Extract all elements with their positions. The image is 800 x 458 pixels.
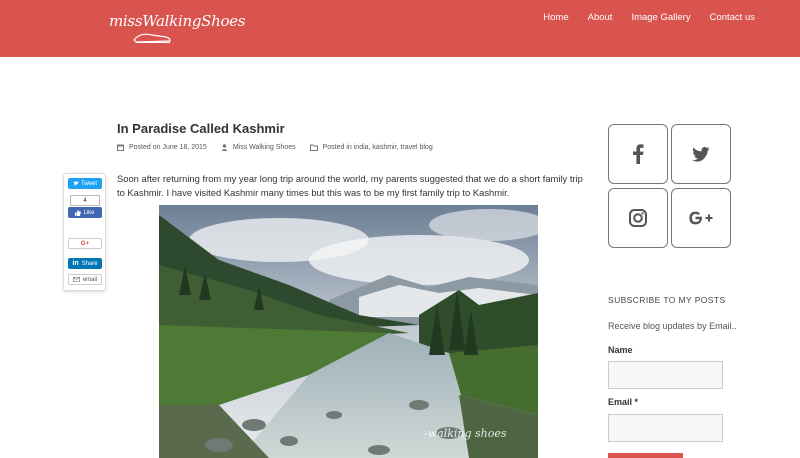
landscape-image: -walking shoes	[159, 205, 538, 458]
facebook-like-count: 4	[70, 195, 100, 206]
facebook-icon	[633, 144, 644, 164]
user-icon	[221, 144, 228, 151]
twitter-icon	[692, 146, 710, 162]
post-title[interactable]: In Paradise Called Kashmir	[117, 121, 285, 136]
email-share-button[interactable]: email	[68, 274, 102, 285]
subscribe-title: SUBSCRIBE TO MY POSTS	[608, 295, 726, 305]
post-author: Miss Walking Shoes	[221, 144, 296, 151]
top-header-bar: missWalkingShoes Home About Image Galler…	[0, 0, 800, 57]
author-link[interactable]: Miss Walking Shoes	[233, 144, 296, 151]
nav-about[interactable]: About	[588, 12, 613, 23]
thumbs-up-icon	[75, 209, 82, 216]
posted-on: Posted on June 18, 2015	[117, 144, 207, 151]
facebook-like-button[interactable]: Like	[68, 207, 102, 218]
shoe-logo-icon	[133, 33, 171, 43]
linkedin-share-button[interactable]: in Share	[68, 258, 102, 269]
twitter-social-button[interactable]	[671, 124, 731, 184]
categories-text[interactable]: Posted in india, kashmir, travel blog	[323, 144, 433, 151]
site-logo[interactable]: missWalkingShoes	[109, 12, 245, 30]
email-share-label: email	[82, 276, 98, 283]
post-paragraph: Soon after returning from my year long t…	[117, 173, 583, 198]
facebook-social-button[interactable]	[608, 124, 668, 184]
nav-image-gallery[interactable]: Image Gallery	[631, 12, 690, 23]
google-plus-label: G+	[80, 240, 90, 247]
email-input[interactable]	[608, 414, 723, 442]
main-nav: Home About Image Gallery Contact us	[543, 12, 755, 23]
instagram-icon	[629, 209, 647, 227]
tweet-label: Tweet	[80, 180, 97, 187]
subscribe-button[interactable]	[608, 453, 683, 458]
envelope-icon	[72, 277, 80, 282]
instagram-social-button[interactable]	[608, 188, 668, 248]
email-label: Email *	[608, 397, 639, 407]
calendar-icon	[117, 144, 124, 151]
subscribe-description: Receive blog updates by Email..	[608, 321, 737, 331]
google-plus-icon	[689, 211, 713, 225]
name-input[interactable]	[608, 361, 723, 389]
linkedin-icon: in	[72, 260, 79, 267]
google-plus-social-button[interactable]	[671, 188, 731, 248]
posted-on-text[interactable]: Posted on June 18, 2015	[129, 144, 207, 151]
linkedin-share-label: Share	[81, 260, 98, 267]
share-widget: Tweet 4 Like G+ in Share email	[63, 173, 106, 291]
folder-icon	[309, 144, 318, 151]
nav-home[interactable]: Home	[543, 12, 568, 23]
photo-watermark: -walking shoes	[424, 427, 507, 440]
post-meta: Posted on June 18, 2015 Miss Walking Sho…	[117, 144, 433, 151]
post-categories: Posted in india, kashmir, travel blog	[309, 144, 433, 151]
google-plus-button[interactable]: G+	[68, 238, 102, 249]
tweet-button[interactable]: Tweet	[68, 178, 102, 189]
twitter-bird-icon	[72, 181, 79, 186]
kashmir-river-photo[interactable]: -walking shoes	[159, 205, 538, 458]
nav-contact-us[interactable]: Contact us	[710, 12, 755, 23]
name-label: Name	[608, 345, 633, 355]
facebook-like-label: Like	[83, 209, 95, 216]
